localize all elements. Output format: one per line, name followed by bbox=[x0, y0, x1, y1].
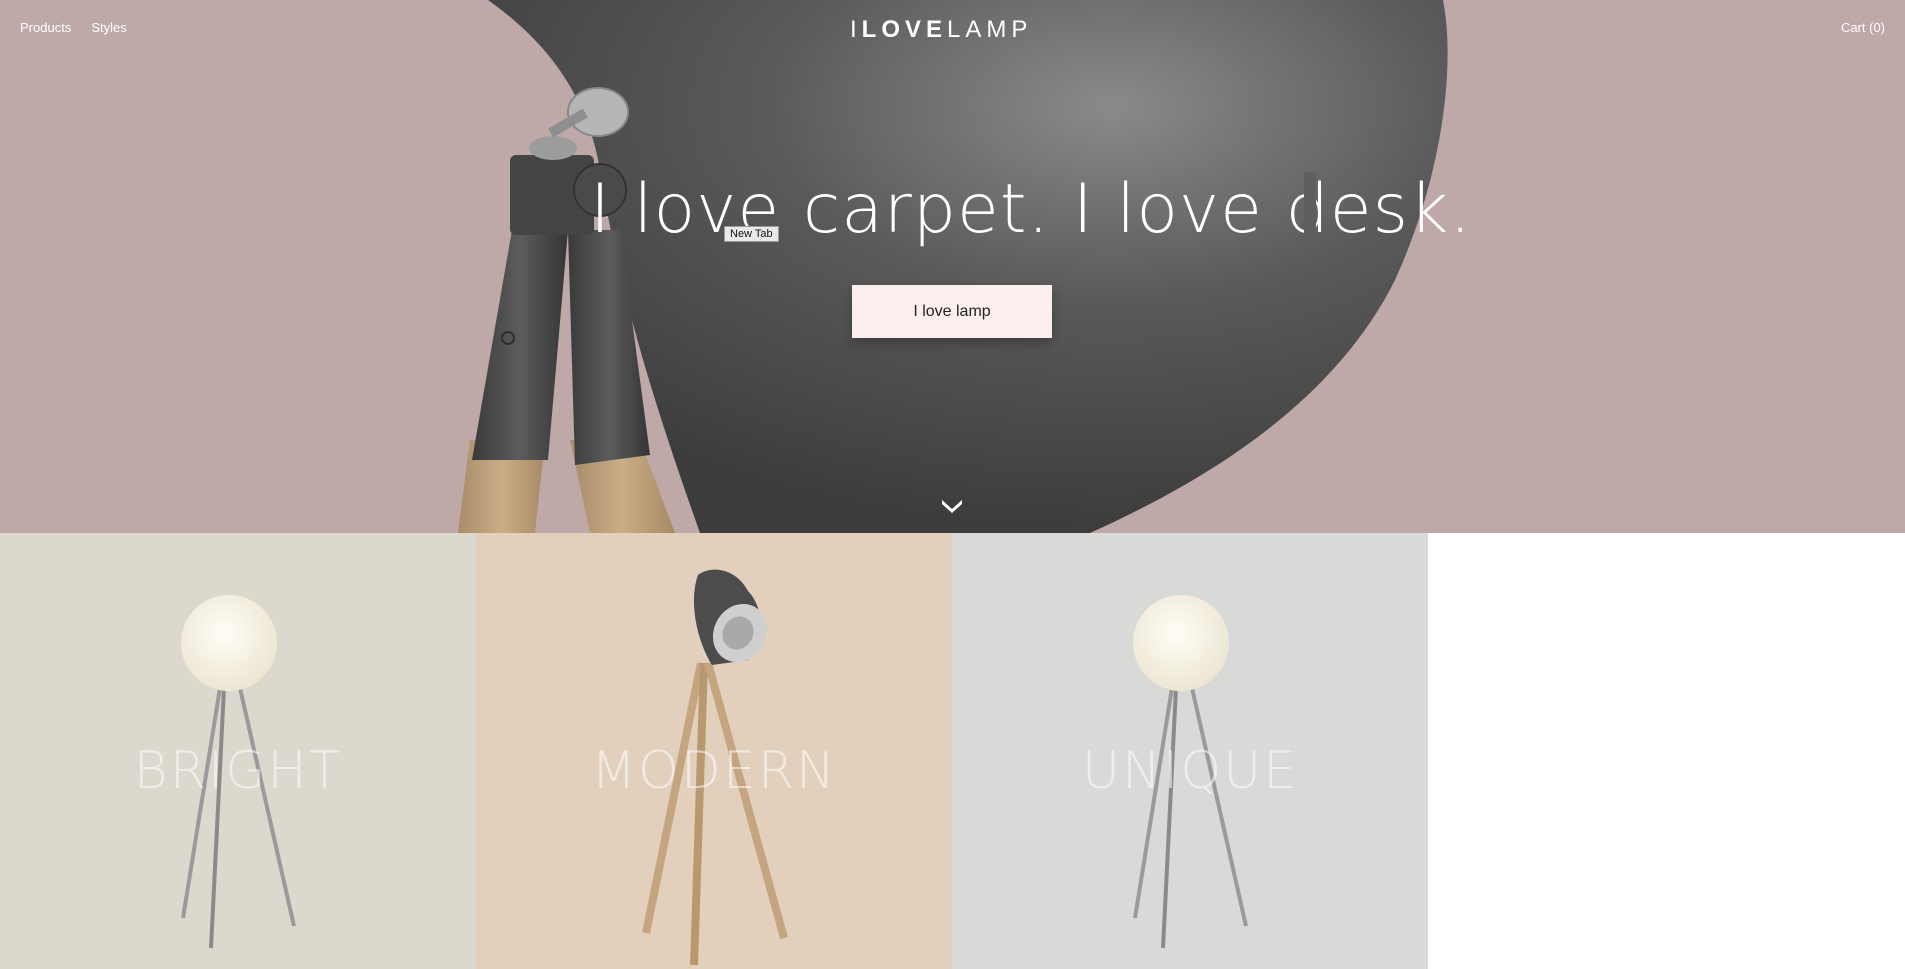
logo-part-love: LOVE bbox=[861, 16, 948, 43]
text-caret bbox=[1304, 172, 1316, 248]
tile-modern-label: MODERN bbox=[591, 741, 837, 801]
tile-bright-label: BRIGHT bbox=[133, 741, 343, 801]
i-love-lamp-button[interactable]: I love lamp bbox=[852, 285, 1052, 338]
hero-headline: I love carpet. I love desk. bbox=[590, 170, 1473, 249]
chevron-down-icon[interactable] bbox=[940, 495, 964, 515]
logo-part-lamp: LAMP bbox=[947, 16, 1033, 43]
hero-section: Products Styles ILOVELAMP Cart (0) I lov… bbox=[0, 0, 1905, 533]
tile-modern[interactable]: MODERN bbox=[476, 533, 952, 969]
new-tab-tooltip: New Tab bbox=[724, 226, 779, 242]
site-logo[interactable]: ILOVELAMP bbox=[850, 16, 1032, 44]
hero-lamp-image bbox=[458, 0, 1448, 533]
tile-unique[interactable]: UNIQUE bbox=[952, 533, 1428, 969]
main-nav: Products Styles bbox=[20, 20, 127, 35]
tile-unique-label: UNIQUE bbox=[1081, 741, 1299, 801]
category-tiles: BRIGHT MODERN UNIQUE bbox=[0, 533, 1429, 969]
nav-products-link[interactable]: Products bbox=[20, 20, 71, 35]
tile-bright[interactable]: BRIGHT bbox=[0, 533, 476, 969]
cart-link[interactable]: Cart (0) bbox=[1841, 20, 1885, 35]
nav-styles-link[interactable]: Styles bbox=[91, 20, 126, 35]
logo-part-i: I bbox=[850, 16, 862, 43]
